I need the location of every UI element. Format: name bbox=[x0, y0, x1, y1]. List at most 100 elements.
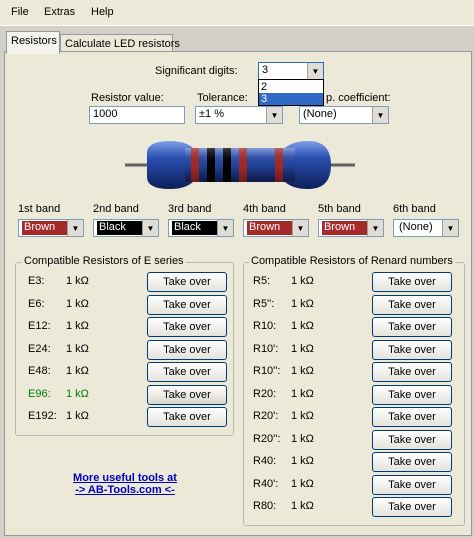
take-over-button[interactable]: Take over bbox=[372, 474, 452, 495]
take-over-button[interactable]: Take over bbox=[372, 362, 452, 382]
band-select-1[interactable]: Brown ▼ bbox=[18, 219, 84, 237]
resistor-image bbox=[125, 141, 355, 189]
series-name: R40': bbox=[253, 477, 279, 490]
take-over-button[interactable]: Take over bbox=[372, 384, 452, 405]
band-select-5[interactable]: Brown ▼ bbox=[318, 219, 384, 237]
series-name: R10: bbox=[253, 320, 277, 332]
take-over-button[interactable]: Take over bbox=[147, 272, 227, 292]
significant-digits-option[interactable]: 2 bbox=[259, 81, 323, 93]
series-value: 1 kΩ bbox=[291, 477, 314, 490]
band-label-4: 4th band bbox=[243, 203, 286, 215]
series-name: E192: bbox=[28, 410, 57, 422]
chevron-down-icon[interactable]: ▼ bbox=[217, 220, 233, 236]
take-over-button[interactable]: Take over bbox=[372, 272, 452, 292]
series-value: 1 kΩ bbox=[66, 365, 89, 377]
resistor-value-input[interactable]: 1000 bbox=[89, 106, 185, 124]
series-name: E6: bbox=[28, 297, 45, 310]
series-name: R20': bbox=[253, 410, 279, 422]
band-label-6: 6th band bbox=[393, 203, 436, 215]
series-name: R40: bbox=[253, 455, 277, 467]
chevron-down-icon[interactable]: ▼ bbox=[266, 107, 282, 123]
series-value: 1 kΩ bbox=[291, 342, 314, 355]
take-over-button[interactable]: Take over bbox=[147, 384, 227, 405]
menu-bar: File Extras Help bbox=[0, 0, 474, 26]
significant-digits-dropdown: 2 3 bbox=[258, 79, 324, 106]
ab-tools-link[interactable]: More useful tools at -> AB-Tools.com <- bbox=[60, 472, 190, 496]
link-line-1[interactable]: More useful tools at bbox=[60, 472, 190, 484]
resistor-shading bbox=[185, 148, 295, 182]
band-select-4[interactable]: Brown ▼ bbox=[243, 219, 309, 237]
chevron-down-icon[interactable]: ▼ bbox=[142, 220, 158, 236]
menu-file[interactable]: File bbox=[11, 6, 29, 18]
band-select-6[interactable]: (None) ▼ bbox=[393, 219, 459, 237]
take-over-button[interactable]: Take over bbox=[147, 407, 227, 427]
significant-digits-label: Significant digits: bbox=[155, 65, 238, 77]
series-value: 1 kΩ bbox=[66, 342, 89, 355]
series-name: R20'': bbox=[253, 432, 281, 445]
series-name: E3: bbox=[28, 275, 45, 287]
series-name: R10': bbox=[253, 342, 279, 355]
take-over-button[interactable]: Take over bbox=[372, 429, 452, 450]
tolerance-select[interactable]: ±1 % ▼ bbox=[195, 106, 283, 124]
band-value-6: (None) bbox=[397, 221, 443, 235]
band-value-3: Black bbox=[172, 221, 218, 235]
take-over-button[interactable]: Take over bbox=[147, 339, 227, 360]
series-value: 1 kΩ bbox=[291, 432, 314, 445]
band-value-2: Black bbox=[97, 221, 143, 235]
menu-help[interactable]: Help bbox=[91, 6, 114, 18]
series-value: 1 kΩ bbox=[291, 320, 314, 332]
band-value-1: Brown bbox=[22, 221, 68, 235]
tab-strip: Resistors Calculate LED resistors bbox=[0, 26, 474, 54]
take-over-button[interactable]: Take over bbox=[372, 294, 452, 315]
chevron-down-icon[interactable]: ▼ bbox=[292, 220, 308, 236]
take-over-button[interactable]: Take over bbox=[372, 339, 452, 360]
series-value: 1 kΩ bbox=[66, 320, 89, 332]
chevron-down-icon[interactable]: ▼ bbox=[67, 220, 83, 236]
take-over-button[interactable]: Take over bbox=[372, 497, 452, 517]
series-name: R5'': bbox=[253, 297, 275, 310]
e-series-title: Compatible Resistors of E series bbox=[22, 255, 186, 267]
menu-extras[interactable]: Extras bbox=[44, 6, 75, 18]
series-name: E12: bbox=[28, 320, 51, 332]
series-value: 1 kΩ bbox=[66, 410, 89, 422]
series-name: E24: bbox=[28, 342, 51, 355]
temp-coefficient-select[interactable]: (None) ▼ bbox=[299, 106, 389, 124]
significant-digits-option-selected[interactable]: 3 bbox=[259, 93, 323, 105]
series-value: 1 kΩ bbox=[291, 410, 314, 422]
renard-title: Compatible Resistors of Renard numbers bbox=[249, 255, 455, 267]
series-name: R80: bbox=[253, 500, 277, 512]
chevron-down-icon[interactable]: ▼ bbox=[307, 63, 323, 79]
chevron-down-icon[interactable]: ▼ bbox=[442, 220, 458, 236]
series-value: 1 kΩ bbox=[66, 387, 89, 400]
band-select-2[interactable]: Black ▼ bbox=[93, 219, 159, 237]
chevron-down-icon[interactable]: ▼ bbox=[367, 220, 383, 236]
series-name: E96: bbox=[28, 387, 51, 400]
series-name: R10'': bbox=[253, 365, 281, 377]
band-value-5: Brown bbox=[322, 221, 368, 235]
tab-resistors[interactable]: Resistors bbox=[6, 31, 60, 54]
take-over-button[interactable]: Take over bbox=[147, 294, 227, 315]
take-over-button[interactable]: Take over bbox=[147, 317, 227, 337]
series-value: 1 kΩ bbox=[291, 387, 314, 400]
take-over-button[interactable]: Take over bbox=[372, 407, 452, 427]
series-value: 1 kΩ bbox=[66, 297, 89, 310]
series-value: 1 kΩ bbox=[66, 275, 89, 287]
series-name: E48: bbox=[28, 365, 51, 377]
band-value-4: Brown bbox=[247, 221, 293, 235]
resistor-value-label: Resistor value: bbox=[91, 92, 164, 104]
series-value: 1 kΩ bbox=[291, 455, 314, 467]
chevron-down-icon[interactable]: ▼ bbox=[372, 107, 388, 123]
band-label-5: 5th band bbox=[318, 203, 361, 215]
link-line-2[interactable]: -> AB-Tools.com <- bbox=[60, 484, 190, 496]
series-value: 1 kΩ bbox=[291, 365, 314, 377]
series-value: 1 kΩ bbox=[291, 297, 314, 310]
series-name: R5: bbox=[253, 275, 271, 287]
band-label-3: 3rd band bbox=[168, 203, 212, 215]
tolerance-label: Tolerance: bbox=[197, 92, 248, 104]
series-value: 1 kΩ bbox=[291, 500, 314, 512]
significant-digits-select[interactable]: 3 ▼ bbox=[258, 62, 324, 80]
take-over-button[interactable]: Take over bbox=[147, 362, 227, 382]
take-over-button[interactable]: Take over bbox=[372, 452, 452, 472]
take-over-button[interactable]: Take over bbox=[372, 317, 452, 337]
band-select-3[interactable]: Black ▼ bbox=[168, 219, 234, 237]
